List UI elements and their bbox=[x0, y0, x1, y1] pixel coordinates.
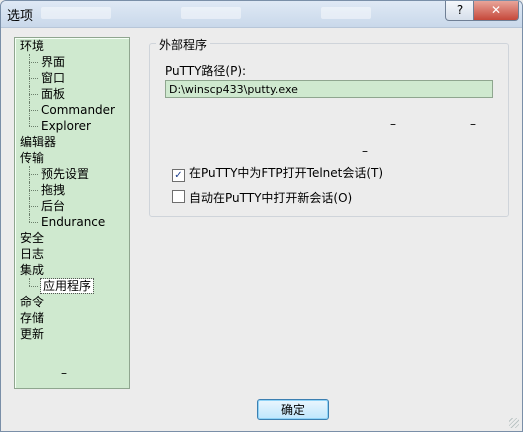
tree-item[interactable]: 预先设置 bbox=[15, 166, 129, 182]
tree-item[interactable]: Explorer bbox=[15, 118, 129, 134]
options-dialog: 选项 ? ✕ 环境界面窗口面板 Commander Explorer 编辑器传输预先设… bbox=[0, 0, 523, 432]
tree-item-label: 后台 bbox=[41, 199, 66, 213]
tree-list: 环境界面窗口面板 Commander Explorer 编辑器传输预先设置拖拽后台 En… bbox=[15, 38, 129, 342]
stray-glyph: – bbox=[390, 117, 396, 131]
stray-glyph: – bbox=[470, 117, 476, 131]
tree-item-label: 预先设置 bbox=[41, 167, 90, 181]
window-title: 选项 bbox=[7, 9, 34, 24]
tree-item[interactable]: 日志 bbox=[15, 246, 129, 262]
tree-item-label: 存储 bbox=[20, 311, 45, 325]
resize-grip-icon[interactable] bbox=[509, 418, 519, 428]
new-session-checkbox[interactable] bbox=[172, 190, 185, 203]
tree-footer-glyph: – bbox=[61, 366, 67, 380]
telnet-session-label: 在PuTTY中为FTP打开Telnet会话(T) bbox=[189, 166, 384, 180]
tree-item-label: 编辑器 bbox=[20, 135, 57, 149]
tree-item[interactable]: 后台 bbox=[15, 198, 129, 214]
tree-item-label: 应用程序 bbox=[39, 278, 95, 294]
tree-item[interactable]: 命令 bbox=[15, 294, 129, 310]
new-session-label: 自动在PuTTY中打开新会话(O) bbox=[189, 191, 353, 205]
telnet-session-checkbox-row[interactable]: ✓ 在PuTTY中为FTP打开Telnet会话(T) bbox=[172, 165, 522, 182]
tree-item-label: Endurance bbox=[41, 215, 106, 229]
ok-button[interactable]: 确定 bbox=[257, 399, 329, 420]
tree-item[interactable]: Commander bbox=[15, 102, 129, 118]
blurred-title-region bbox=[41, 7, 111, 19]
tree-item-label: 传输 bbox=[20, 151, 45, 165]
tree-item[interactable]: 更新 bbox=[15, 326, 129, 342]
close-button[interactable]: ✕ bbox=[473, 1, 519, 21]
tree-item-label: Commander bbox=[41, 103, 115, 117]
tree-item[interactable]: 窗口 bbox=[15, 70, 129, 86]
putty-path-input[interactable] bbox=[165, 80, 493, 98]
tree-item-label: 面板 bbox=[41, 87, 66, 101]
tree-item[interactable]: 拖拽 bbox=[15, 182, 129, 198]
tree-item-label: 命令 bbox=[20, 295, 45, 309]
help-button[interactable]: ? bbox=[445, 1, 475, 21]
stray-glyph: – bbox=[362, 144, 368, 158]
new-session-checkbox-row[interactable]: 自动在PuTTY中打开新会话(O) bbox=[172, 190, 522, 206]
options-tree[interactable]: 环境界面窗口面板 Commander Explorer 编辑器传输预先设置拖拽后台 En… bbox=[14, 37, 130, 389]
putty-path-label: PuTTY路径(P): bbox=[165, 64, 247, 78]
title-bar[interactable]: 选项 ? ✕ bbox=[1, 1, 522, 28]
tree-item-label: 安全 bbox=[20, 231, 45, 245]
tree-item[interactable]: 传输 bbox=[15, 150, 129, 166]
tree-item[interactable]: 编辑器 bbox=[15, 134, 129, 150]
telnet-session-checkbox[interactable]: ✓ bbox=[172, 169, 185, 182]
tree-item[interactable]: 存储 bbox=[15, 310, 129, 326]
tree-item-label: 界面 bbox=[41, 55, 66, 69]
blurred-title-region bbox=[321, 7, 371, 19]
tree-item-label: 日志 bbox=[20, 247, 45, 261]
tree-item-label: 环境 bbox=[20, 39, 45, 53]
tree-item[interactable]: 面板 bbox=[15, 86, 129, 102]
tree-item[interactable]: Endurance bbox=[15, 214, 129, 230]
tree-item[interactable]: 应用程序 bbox=[15, 278, 129, 294]
group-legend: 外部程序 bbox=[156, 36, 211, 53]
tree-item[interactable]: 环境 bbox=[15, 38, 129, 54]
tree-item[interactable]: 界面 bbox=[15, 54, 129, 70]
tree-item-label: Explorer bbox=[41, 119, 91, 133]
tree-item[interactable]: 安全 bbox=[15, 230, 129, 246]
blurred-title-region bbox=[181, 7, 241, 19]
tree-item[interactable]: 集成 bbox=[15, 262, 129, 278]
tree-item-label: 拖拽 bbox=[41, 183, 66, 197]
tree-item-label: 更新 bbox=[20, 327, 45, 341]
tree-item-label: 集成 bbox=[20, 263, 45, 277]
tree-item-label: 窗口 bbox=[41, 71, 66, 85]
